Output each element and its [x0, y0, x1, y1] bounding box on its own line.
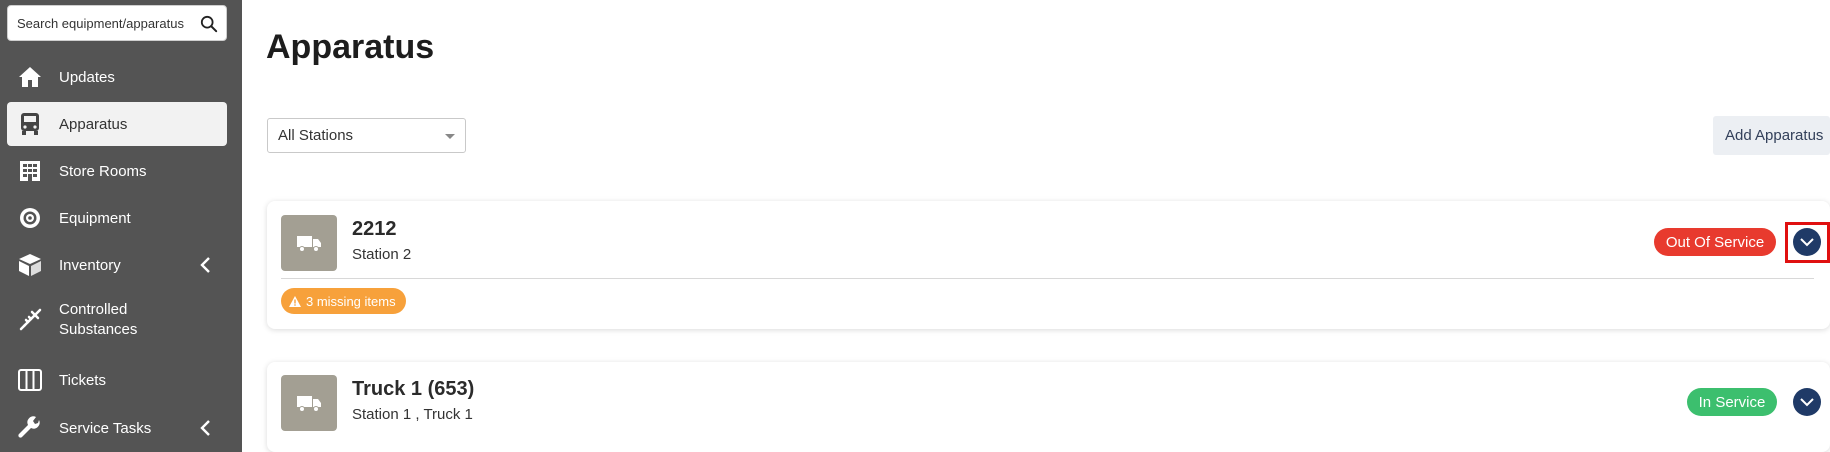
sidebar-item-inventory[interactable]: Inventory [7, 243, 227, 287]
storeroom-icon [17, 158, 43, 184]
truck-icon [297, 396, 321, 412]
sidebar-item-equipment[interactable]: Equipment [7, 196, 227, 240]
sidebar-item-updates[interactable]: Updates [7, 55, 227, 99]
warning-icon [289, 295, 301, 307]
columns-icon [17, 367, 43, 393]
sidebar-item-label: Service Tasks [59, 419, 152, 437]
sidebar-item-store-rooms[interactable]: Store Rooms [7, 149, 227, 193]
home-icon [17, 64, 43, 90]
box-icon [17, 252, 43, 278]
sidebar-item-label: Tickets [59, 371, 106, 389]
syringe-icon [17, 307, 43, 333]
expand-button[interactable] [1793, 228, 1821, 256]
sidebar-item-label: Updates [59, 68, 115, 86]
sidebar-item-tickets[interactable]: Tickets [7, 358, 227, 402]
add-apparatus-button[interactable]: Add Apparatus [1713, 116, 1830, 155]
status-badge: Out Of Service [1654, 228, 1776, 256]
sidebar-item-label: Controlled Substances [59, 301, 138, 338]
apparatus-station: Station 1 , Truck 1 [352, 406, 473, 423]
chevron-down-icon [1800, 238, 1814, 247]
wrench-icon [17, 415, 43, 441]
sidebar-item-apparatus[interactable]: Apparatus [7, 102, 227, 146]
search-box[interactable] [7, 5, 227, 41]
caret-down-icon [445, 134, 455, 139]
divider [281, 278, 1814, 279]
missing-items-badge: 3 missing items [281, 288, 406, 314]
truck-icon [297, 236, 321, 252]
page-title: Apparatus [266, 28, 435, 66]
apparatus-name: 2212 [352, 218, 397, 240]
expand-button[interactable] [1793, 388, 1821, 416]
apparatus-card[interactable]: Truck 1 (653) Station 1 , Truck 1 In Ser… [267, 362, 1830, 452]
sidebar: Updates Apparatus Store Rooms Equipment … [0, 0, 242, 452]
sidebar-item-label: Store Rooms [59, 162, 147, 180]
station-filter-value: All Stations [278, 127, 354, 144]
search-icon[interactable] [200, 15, 218, 33]
chevron-left-icon[interactable] [197, 419, 215, 437]
sidebar-item-label: Inventory [59, 256, 121, 274]
station-filter-select[interactable]: All Stations [267, 118, 466, 153]
apparatus-thumbnail [281, 215, 337, 271]
gear-icon [17, 205, 43, 231]
apparatus-card[interactable]: 2212 Station 2 Out Of Service 3 missing … [267, 201, 1830, 329]
sidebar-item-service-tasks[interactable]: Service Tasks [7, 406, 227, 450]
sidebar-item-label: Equipment [59, 209, 131, 227]
chevron-left-icon[interactable] [197, 256, 215, 274]
apparatus-name: Truck 1 (653) [352, 378, 475, 400]
sidebar-item-controlled-substances[interactable]: Controlled Substances [7, 291, 227, 349]
chevron-down-icon [1800, 398, 1814, 407]
bus-icon [17, 111, 43, 137]
search-input[interactable] [8, 14, 199, 32]
sidebar-item-label: Apparatus [59, 115, 128, 133]
apparatus-station: Station 2 [352, 246, 412, 263]
missing-items-label: 3 missing items [306, 293, 396, 309]
status-badge: In Service [1687, 388, 1777, 416]
apparatus-thumbnail [281, 375, 337, 431]
